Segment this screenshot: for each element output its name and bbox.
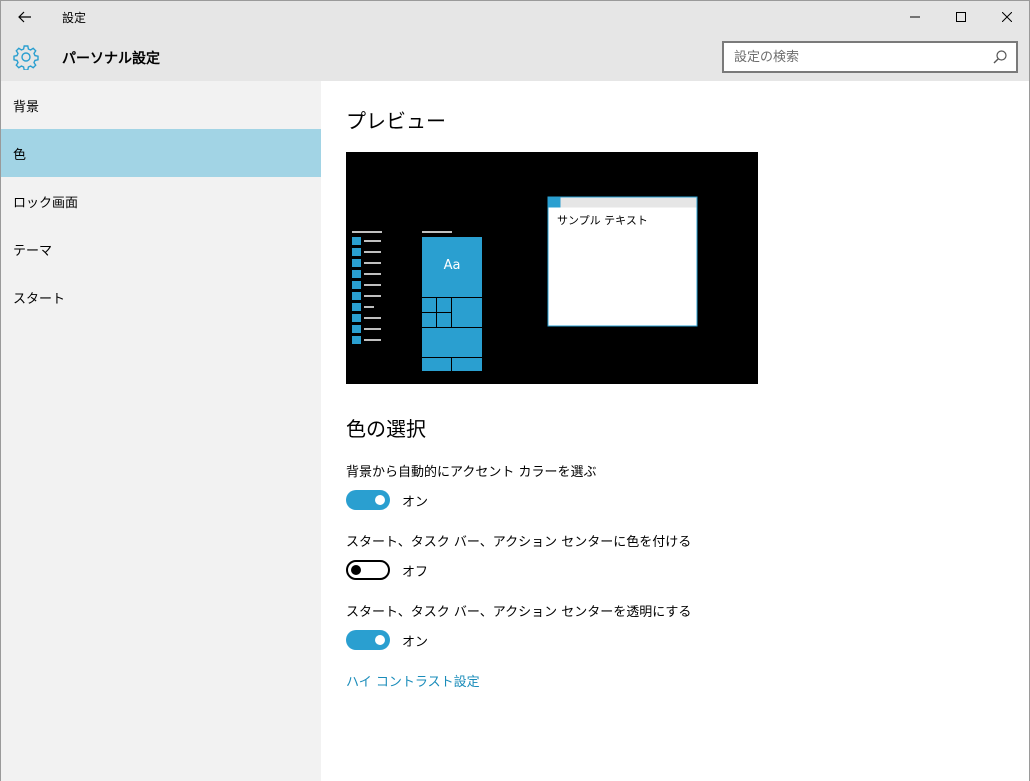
preview-graphic — [352, 196, 698, 371]
page-title: パーソナル設定 — [62, 51, 160, 67]
close-button[interactable] — [984, 1, 1030, 33]
sample-text: サンプル テキスト — [557, 214, 648, 227]
toggle-knob — [375, 495, 385, 505]
title-bar: 設定 — [1, 1, 1029, 33]
tile-label: Aa — [443, 258, 461, 273]
sidebar-item-label: 背景 — [13, 100, 40, 115]
arrow-left-icon — [18, 11, 31, 23]
sidebar-item-label: テーマ — [13, 244, 53, 259]
search-box[interactable] — [722, 41, 1018, 73]
sidebar: 背景 色 ロック画面 テーマ スタート — [1, 81, 321, 781]
sidebar-item-label: 色 — [13, 148, 27, 163]
auto-accent-label: 背景から自動的にアクセント カラーを選ぶ — [346, 465, 597, 480]
settings-window: 設定 パーソナル設定 背景 — [0, 0, 1030, 781]
gear-icon — [13, 45, 39, 70]
minimize-button[interactable] — [892, 1, 938, 33]
toggle-knob — [375, 635, 385, 645]
back-button[interactable] — [11, 5, 39, 29]
search-input[interactable] — [734, 47, 984, 67]
page-header: パーソナル設定 — [1, 33, 1029, 81]
transparency-state: オン — [402, 635, 429, 650]
color-preview: Aa サンプル テキスト — [346, 152, 758, 384]
window-title: 設定 — [62, 11, 87, 25]
transparency-label: スタート、タスク バー、アクション センターを透明にする — [346, 605, 692, 620]
minimize-icon — [910, 16, 920, 18]
search-icon[interactable] — [992, 49, 1008, 65]
auto-accent-toggle[interactable] — [346, 490, 390, 510]
start-tiles-preview — [422, 231, 482, 371]
maximize-icon — [956, 12, 966, 22]
sidebar-item-background[interactable]: 背景 — [1, 81, 321, 129]
color-selection-heading: 色の選択 — [346, 417, 426, 441]
high-contrast-link[interactable]: ハイ コントラスト設定 — [346, 671, 480, 690]
sidebar-item-label: ロック画面 — [13, 196, 79, 211]
colorize-taskbar-state: オフ — [402, 565, 429, 580]
start-menu-list-preview — [352, 231, 382, 344]
transparency-toggle[interactable] — [346, 630, 390, 650]
sidebar-item-lock-screen[interactable]: ロック画面 — [1, 177, 321, 225]
preview-heading: プレビュー — [346, 109, 446, 133]
sidebar-item-themes[interactable]: テーマ — [1, 225, 321, 273]
sidebar-item-start[interactable]: スタート — [1, 273, 321, 321]
colorize-taskbar-label: スタート、タスク バー、アクション センターに色を付ける — [346, 535, 692, 550]
sidebar-item-color[interactable]: 色 — [1, 129, 321, 177]
toggle-knob — [351, 565, 361, 575]
auto-accent-state: オン — [402, 495, 429, 510]
close-icon — [1002, 12, 1012, 22]
maximize-button[interactable] — [938, 1, 984, 33]
colorize-taskbar-toggle[interactable] — [346, 560, 390, 580]
main-content: プレビュー Aa サンプル テキスト 色の選択 背景から自動的にアクセント カラ… — [321, 81, 1029, 781]
sidebar-item-label: スタート — [13, 292, 66, 307]
